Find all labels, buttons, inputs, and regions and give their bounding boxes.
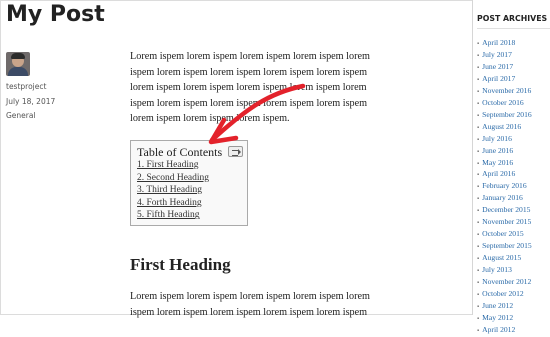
post-title: My Post <box>6 2 105 27</box>
archive-item: October 2016 <box>477 98 532 110</box>
section-paragraph-container: Lorem ispem lorem ispem lorem ispem lore… <box>130 289 435 320</box>
toc-link-second-heading[interactable]: 2. Second Heading <box>137 173 209 183</box>
first-heading: First Heading <box>130 255 231 274</box>
paragraph-line: lorem ispem lorem ispem lorem ispem. <box>130 113 290 125</box>
archive-link[interactable]: January 2016 <box>482 193 523 202</box>
archive-item: September 2016 <box>477 110 532 122</box>
archive-link[interactable]: September 2016 <box>482 110 532 119</box>
archive-link[interactable]: August 2015 <box>482 253 521 262</box>
archive-item: January 2016 <box>477 193 532 205</box>
archive-list: April 2018 July 2017 June 2017 April 2017 No… <box>477 38 532 337</box>
archive-link[interactable]: June 2016 <box>482 146 513 155</box>
toc-item: 5. Fifth Heading <box>137 209 209 222</box>
archive-item: December 2015 <box>477 205 532 217</box>
archive-item: July 2017 <box>477 50 532 62</box>
archive-item: April 2016 <box>477 169 532 181</box>
archive-link[interactable]: August 2016 <box>482 122 521 131</box>
toc-link-fifth-heading[interactable]: 5. Fifth Heading <box>137 210 200 220</box>
archive-item: November 2015 <box>477 217 532 229</box>
sidebar: POST ARCHIVES April 2018 July 2017 June 20… <box>472 0 550 334</box>
intro-paragraph: Lorem ispem lorem ispem lorem ispem lore… <box>130 49 435 127</box>
archive-link[interactable]: April 2012 <box>482 325 515 334</box>
archive-link[interactable]: November 2015 <box>482 217 531 226</box>
archive-link[interactable]: October 2016 <box>482 98 524 107</box>
archive-item: September 2015 <box>477 241 532 253</box>
paragraph-line: Lorem ispem lorem ispem lorem ispem lore… <box>130 291 370 302</box>
annotation-arrow-icon <box>208 83 306 145</box>
archive-link[interactable]: February 2016 <box>482 181 527 190</box>
toc-item: 2. Second Heading <box>137 172 209 185</box>
archive-item: April 2017 <box>477 74 532 86</box>
toc-item: 4. Forth Heading <box>137 197 209 210</box>
section-paragraph: Lorem ispem lorem ispem lorem ispem lore… <box>130 289 435 320</box>
paragraph-line: ispem lorem ispem lorem ispem lorem ispe… <box>130 306 368 318</box>
post-content: Lorem ispem lorem ispem lorem ispem lore… <box>130 49 435 127</box>
author-avatar[interactable] <box>6 52 30 76</box>
list-toggle-icon[interactable] <box>228 146 243 157</box>
sidebar-divider <box>477 28 550 29</box>
archive-item: October 2015 <box>477 229 532 241</box>
archive-item: July 2016 <box>477 134 532 146</box>
archive-link[interactable]: December 2015 <box>482 205 530 214</box>
archive-item: August 2015 <box>477 253 532 265</box>
post-date-link[interactable]: July 18, 2017 <box>6 97 55 106</box>
archive-item: June 2016 <box>477 146 532 158</box>
paragraph-line: ispem lorem ispem lorem ispem lorem ispe… <box>130 97 368 109</box>
archive-link[interactable]: May 2016 <box>482 158 513 167</box>
archive-item: April 2012 <box>477 325 532 337</box>
archive-link[interactable]: July 2016 <box>482 134 512 143</box>
archive-link[interactable]: October 2012 <box>482 289 524 298</box>
archive-link[interactable]: June 2017 <box>482 62 513 71</box>
paragraph-line: ispem lorem ispem lorem ispem lorem ispe… <box>130 66 368 78</box>
archive-item: August 2016 <box>477 122 532 134</box>
archive-item: May 2016 <box>477 158 532 170</box>
toc-list: 1. First Heading 2. Second Heading 3. Th… <box>137 159 209 222</box>
archive-item: February 2016 <box>477 181 532 193</box>
archive-link[interactable]: July 2017 <box>482 50 512 59</box>
archive-link[interactable]: April 2018 <box>482 38 515 47</box>
archive-link[interactable]: September 2015 <box>482 241 532 250</box>
archive-link[interactable]: April 2017 <box>482 74 515 83</box>
archive-link[interactable]: June 2012 <box>482 301 513 310</box>
archive-item: October 2012 <box>477 289 532 301</box>
toc-link-third-heading[interactable]: 3. Third Heading <box>137 185 202 195</box>
table-of-contents: Table of Contents 1. First Heading 2. Se… <box>130 140 248 226</box>
archive-item: November 2012 <box>477 277 532 289</box>
screenshot-frame <box>0 0 550 315</box>
paragraph-line: lorem ispem lorem ispem lorem ispem lore… <box>130 82 367 94</box>
archive-link[interactable]: May 2012 <box>482 313 513 322</box>
paragraph-line: Lorem ispem lorem ispem lorem ispem lore… <box>130 51 370 62</box>
archive-item: April 2018 <box>477 38 532 50</box>
toc-link-first-heading[interactable]: 1. First Heading <box>137 160 198 170</box>
toc-link-forth-heading[interactable]: 4. Forth Heading <box>137 198 202 208</box>
archive-link[interactable]: April 2016 <box>482 169 515 178</box>
archive-link[interactable]: November 2016 <box>482 86 531 95</box>
archive-link[interactable]: November 2012 <box>482 277 531 286</box>
post-category-link[interactable]: General <box>6 111 36 120</box>
archive-item: June 2012 <box>477 301 532 313</box>
archive-link[interactable]: October 2015 <box>482 229 524 238</box>
archive-item: July 2013 <box>477 265 532 277</box>
archive-item: November 2016 <box>477 86 532 98</box>
archive-item: June 2017 <box>477 62 532 74</box>
sidebar-title: POST ARCHIVES <box>477 14 548 23</box>
toc-title: Table of Contents <box>137 145 223 159</box>
toc-item: 1. First Heading <box>137 159 209 172</box>
archive-link[interactable]: July 2013 <box>482 265 512 274</box>
toc-item: 3. Third Heading <box>137 184 209 197</box>
post-author-link[interactable]: testproject <box>6 82 46 91</box>
